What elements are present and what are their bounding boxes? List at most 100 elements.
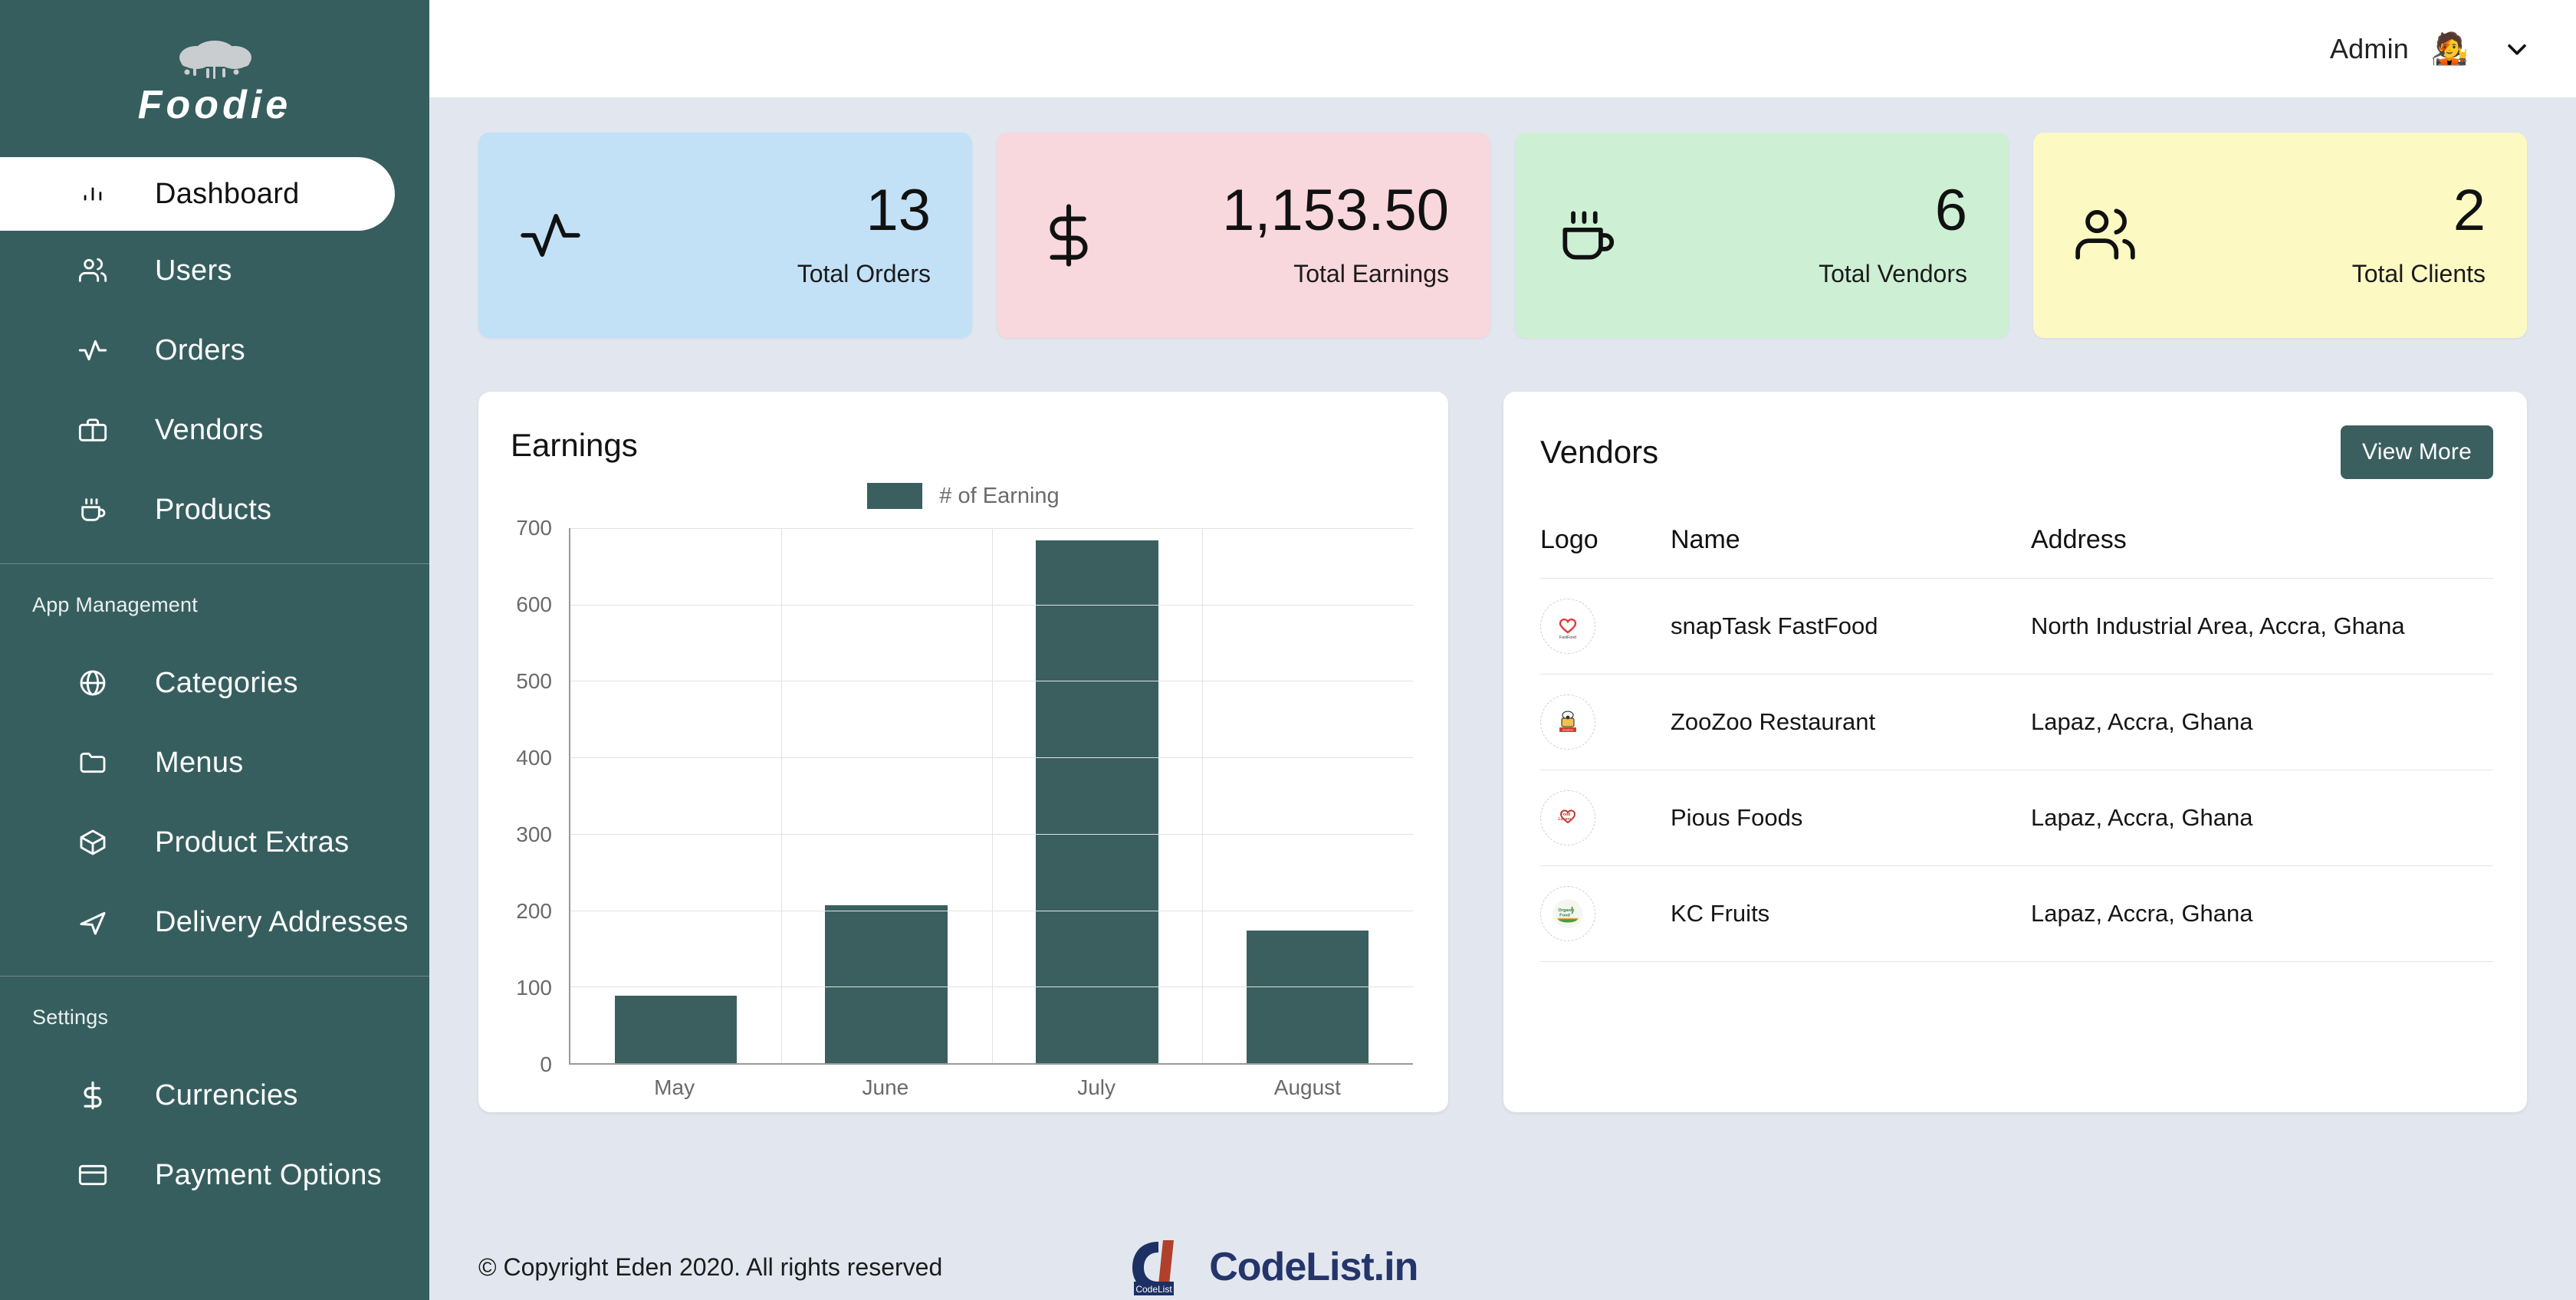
globe-icon	[75, 665, 110, 701]
section-title: App Management	[32, 593, 198, 616]
legend-swatch	[867, 483, 923, 509]
vendor-name: KC Fruits	[1671, 865, 2031, 962]
sidebar-item-delivery-addresses[interactable]: Delivery Addresses	[0, 882, 429, 962]
sidebar-item-label: Menus	[155, 746, 244, 779]
codelist-logo[interactable]: CodeList CodeList.in	[1123, 1237, 1418, 1297]
stat-card-total-orders[interactable]: 13 Total Orders	[478, 133, 972, 338]
dashboard-content: 13 Total Orders 1,153.50 Total Earnings	[429, 97, 2576, 1300]
chart-bar-cell	[781, 528, 992, 1063]
users-icon	[2070, 200, 2141, 271]
chart-bar[interactable]	[614, 996, 738, 1063]
y-axis-tick: 600	[516, 593, 552, 616]
table-row[interactable]: ZooZoo ZooZoo Restaurant Lapaz, Accra, Gha…	[1540, 674, 2493, 770]
section-title: Settings	[32, 1006, 109, 1029]
sidebar-item-menus[interactable]: Menus	[0, 723, 429, 803]
column-header-address: Address	[2031, 505, 2493, 579]
snaptask-logo: FastFood	[1540, 599, 1595, 654]
dollar-icon	[75, 1078, 110, 1113]
activity-icon	[515, 200, 586, 271]
sidebar-item-label: Products	[155, 493, 272, 526]
brand-logo[interactable]: Foodie	[0, 0, 429, 157]
vendor-name: snapTask FastFood	[1671, 578, 2031, 675]
vendor-address: Lapaz, Accra, Ghana	[2031, 770, 2493, 866]
chart-bar[interactable]	[1036, 540, 1158, 1063]
stat-label: Total Clients	[2351, 259, 2486, 287]
vendor-name: ZooZoo Restaurant	[1671, 674, 2031, 770]
sidebar-item-categories[interactable]: Categories	[0, 643, 429, 723]
user-menu[interactable]: Admin 🧑‍🎤	[2330, 31, 2530, 67]
sidebar-item-products[interactable]: Products	[0, 470, 429, 550]
chart-legend: # of Earning	[511, 476, 1416, 516]
chevron-down-icon[interactable]	[2504, 36, 2530, 62]
sidebar: Foodie Dashboard Users Orders Vendors Pr…	[0, 0, 429, 1300]
svg-text:CodeList: CodeList	[1136, 1284, 1173, 1295]
zoozoo-logo: ZooZoo	[1540, 694, 1595, 750]
vendor-logo-cell: Food Lovers	[1540, 770, 1671, 866]
view-more-button[interactable]: View More	[2341, 425, 2493, 479]
stat-value: 6	[1934, 178, 1967, 244]
vendors-panel: Vendors View More Logo Name Address Fast…	[1503, 392, 2527, 1112]
cloud-icon	[166, 40, 264, 80]
coffee-icon	[75, 492, 110, 527]
credit-card-icon	[75, 1157, 110, 1193]
y-axis-tick: 500	[516, 669, 552, 693]
sidebar-item-label: Categories	[155, 666, 298, 699]
stat-value: 2	[2453, 178, 2486, 244]
sidebar-item-label: Product Extras	[155, 826, 350, 858]
sidebar-item-orders[interactable]: Orders	[0, 310, 429, 390]
footer: © Copyright Eden 2020. All rights reserv…	[478, 1234, 2527, 1300]
svg-text:FastFood: FastFood	[1559, 635, 1576, 640]
bar-chart-icon	[75, 176, 110, 212]
y-axis-tick: 0	[540, 1052, 552, 1076]
avatar: 🧑‍🎤	[2430, 31, 2469, 66]
sidebar-item-label: Users	[155, 254, 232, 287]
copyright-text: © Copyright Eden 2020. All rights reserv…	[478, 1252, 943, 1281]
sidebar-item-payment-options[interactable]: Payment Options	[0, 1135, 429, 1215]
user-name: Admin	[2329, 32, 2409, 64]
x-axis-tick: August	[1273, 1075, 1341, 1099]
vendors-table: Logo Name Address FastFood snapTask FastF…	[1540, 505, 2493, 962]
chart-bar[interactable]	[825, 904, 948, 1063]
briefcase-icon	[75, 412, 110, 448]
legend-label: # of Earning	[939, 483, 1060, 508]
topbar: Admin 🧑‍🎤	[429, 0, 2576, 97]
sidebar-item-label: Vendors	[155, 413, 264, 446]
x-axis-tick: May	[654, 1075, 695, 1099]
panel-title: Earnings	[511, 427, 638, 463]
stat-value: 13	[866, 178, 931, 244]
table-row[interactable]: Organic Food KC Fruits Lapaz, Accra, Ghana	[1540, 865, 2493, 962]
send-icon	[75, 904, 110, 940]
sidebar-section-settings: Settings Currencies Payment Options	[0, 976, 429, 1215]
stat-label: Total Earnings	[1293, 259, 1449, 287]
sidebar-item-currencies[interactable]: Currencies	[0, 1055, 429, 1135]
x-axis-tick: June	[862, 1075, 909, 1099]
y-axis: 0 100 200 300 400 500 600 700	[511, 516, 561, 1076]
vendor-logo-cell: ZooZoo	[1540, 674, 1671, 770]
dollar-icon	[1033, 200, 1104, 271]
column-header-logo: Logo	[1540, 505, 1671, 579]
sidebar-item-users[interactable]: Users	[0, 231, 429, 310]
main-area: Admin 🧑‍🎤	[429, 0, 2576, 1300]
sidebar-item-dashboard[interactable]: Dashboard	[0, 157, 395, 231]
vendor-address: North Industrial Area, Accra, Ghana	[2031, 578, 2493, 675]
earnings-bar-chart: # of Earning 0 100 200 300 400 500 600 700 May J…	[511, 476, 1416, 1112]
sidebar-nav-main: Dashboard Users Orders Vendors Products	[0, 157, 429, 550]
sidebar-item-label: Dashboard	[155, 177, 300, 210]
table-row[interactable]: Food Lovers Pious Foods Lapaz, Accra, Ghana	[1540, 770, 2493, 866]
table-row[interactable]: FastFood snapTask FastFood North Industria…	[1540, 578, 2493, 675]
sidebar-item-vendors[interactable]: Vendors	[0, 390, 429, 470]
vendor-logo-cell: Organic Food	[1540, 865, 1671, 962]
stat-cards: 13 Total Orders 1,153.50 Total Earnings	[478, 133, 2527, 338]
vendor-name: Pious Foods	[1671, 770, 2031, 866]
stat-card-total-vendors[interactable]: 6 Total Vendors	[1515, 133, 2009, 338]
sidebar-item-product-extras[interactable]: Product Extras	[0, 803, 429, 882]
vendors-header: Vendors View More	[1540, 425, 2493, 479]
chart-bar[interactable]	[1246, 930, 1369, 1063]
stat-card-total-earnings[interactable]: 1,153.50 Total Earnings	[997, 133, 1490, 338]
y-axis-tick: 100	[516, 976, 552, 1000]
vendor-logo-cell: FastFood	[1540, 578, 1671, 675]
stat-card-total-clients[interactable]: 2 Total Clients	[2033, 133, 2527, 338]
table-header-row: Logo Name Address	[1540, 505, 2493, 579]
y-axis-tick: 700	[516, 516, 552, 540]
y-axis-tick: 400	[516, 746, 552, 770]
